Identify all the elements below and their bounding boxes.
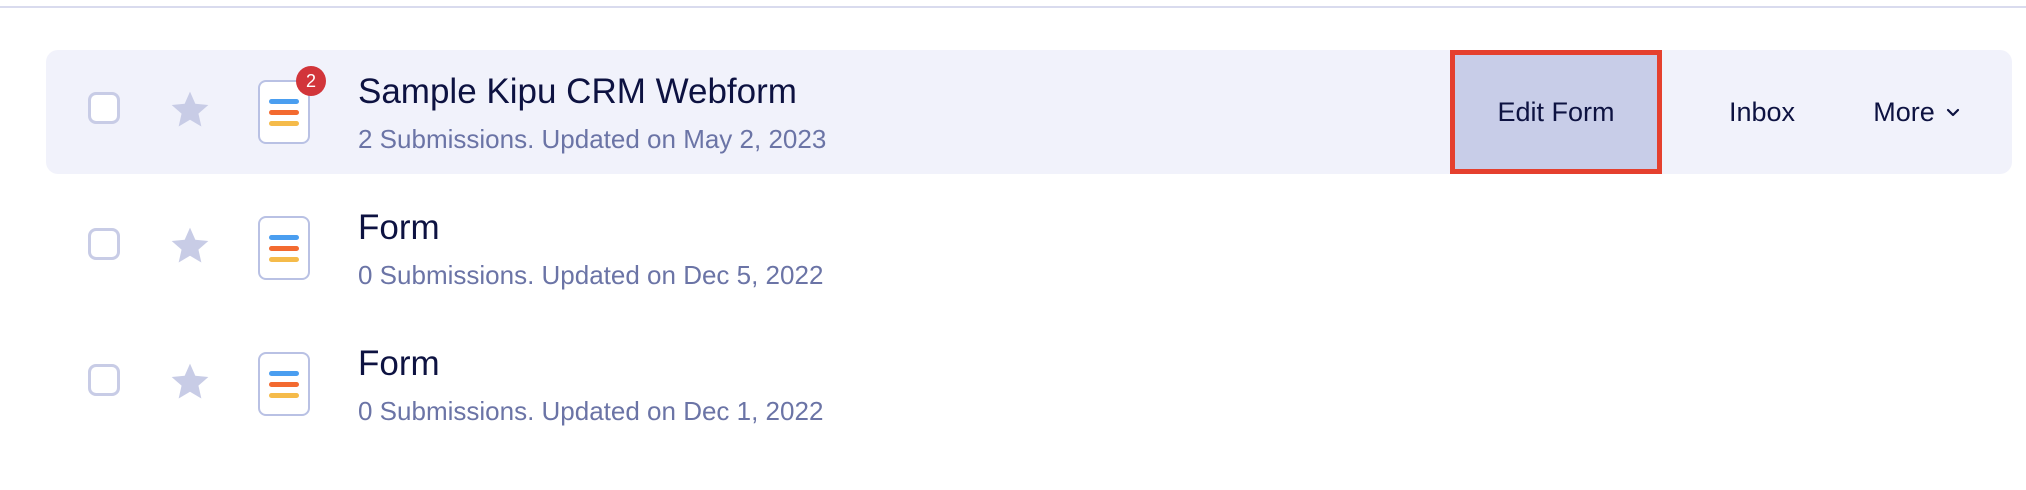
form-icon (258, 352, 310, 416)
select-checkbox[interactable] (88, 228, 120, 260)
select-checkbox[interactable] (88, 92, 120, 124)
form-title[interactable]: Form (358, 208, 440, 248)
form-subtitle: 0 Submissions. Updated on Dec 5, 2022 (358, 260, 824, 290)
form-title[interactable]: Form (358, 344, 440, 384)
form-subtitle: 2 Submissions. Updated on May 2, 2023 (358, 124, 827, 154)
select-checkbox[interactable] (88, 364, 120, 396)
edit-form-button[interactable]: Edit Form (1450, 50, 1662, 174)
star-icon[interactable] (168, 88, 212, 132)
notification-badge: 2 (296, 66, 326, 96)
form-subtitle: 0 Submissions. Updated on Dec 1, 2022 (358, 396, 824, 426)
star-icon[interactable] (168, 224, 212, 268)
more-button[interactable]: More (1842, 50, 1992, 174)
chevron-down-icon (1946, 108, 1959, 117)
form-row[interactable]: 2 Sample Kipu CRM Webform 2 Submissions.… (46, 50, 2012, 174)
more-label: More (1873, 96, 1935, 127)
form-title[interactable]: Sample Kipu CRM Webform (358, 72, 797, 112)
star-icon[interactable] (168, 360, 212, 404)
form-row[interactable]: Form 0 Submissions. Updated on Dec 5, 20… (46, 186, 2012, 310)
form-icon (258, 216, 310, 280)
top-divider (0, 6, 2026, 8)
inbox-button[interactable]: Inbox (1682, 50, 1842, 174)
form-list: 2 Sample Kipu CRM Webform 2 Submissions.… (46, 50, 2012, 458)
form-row[interactable]: Form 0 Submissions. Updated on Dec 1, 20… (46, 322, 2012, 446)
